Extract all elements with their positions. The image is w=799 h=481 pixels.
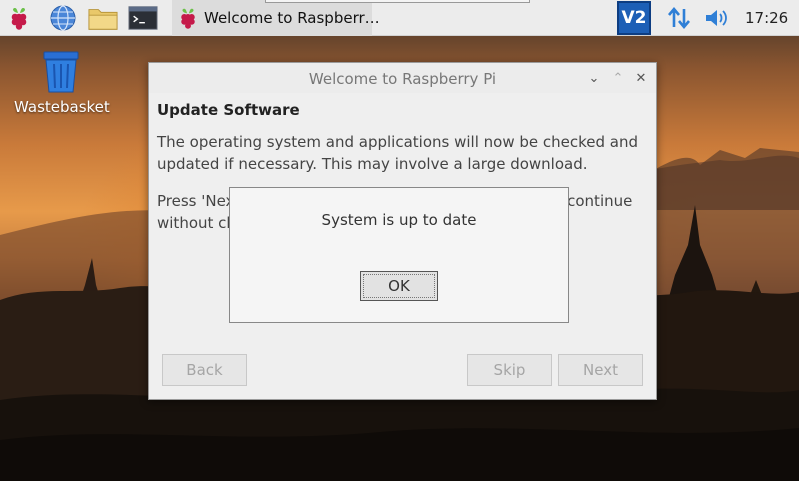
close-icon[interactable]: ✕ [632,69,650,87]
window-title: Welcome to Raspberry Pi [308,70,497,88]
vnc-icon[interactable]: V2 [617,1,651,35]
vnc-label: V2 [621,8,647,28]
volume-icon[interactable] [703,4,731,32]
file-manager-icon[interactable] [88,3,118,33]
ok-button[interactable]: OK [360,271,438,301]
section-title: Update Software [157,101,300,119]
message-dialog: System is up to date OK [229,187,569,323]
wastebasket-icon [43,51,79,93]
network-updown-icon[interactable] [665,4,693,32]
maximize-icon[interactable]: ⌃ [609,69,627,87]
taskbar-window-button[interactable]: Welcome to Raspberr… [172,0,380,36]
back-button[interactable]: Back [162,354,247,386]
raspberry-icon [176,4,200,32]
dialog-message: System is up to date [321,211,477,229]
desktop-item-label: Wastebasket [14,98,110,116]
window-titlebar[interactable]: Welcome to Raspberry Pi ⌄ ⌃ ✕ [149,63,656,93]
minimize-icon[interactable]: ⌄ [585,69,603,87]
next-button[interactable]: Next [558,354,643,386]
panel-divider [265,0,530,3]
description-paragraph: The operating system and applications wi… [157,133,639,173]
raspberry-menu-icon[interactable] [4,3,34,33]
web-browser-icon[interactable] [48,3,78,33]
taskbar-window-label: Welcome to Raspberr… [204,9,380,27]
clock[interactable]: 17:26 [745,9,788,27]
terminal-icon[interactable] [128,3,158,33]
desktop-item-wastebasket[interactable]: Wastebasket [14,50,110,116]
taskbar: Welcome to Raspberr… V2 17:26 [0,0,799,36]
skip-button[interactable]: Skip [467,354,552,386]
